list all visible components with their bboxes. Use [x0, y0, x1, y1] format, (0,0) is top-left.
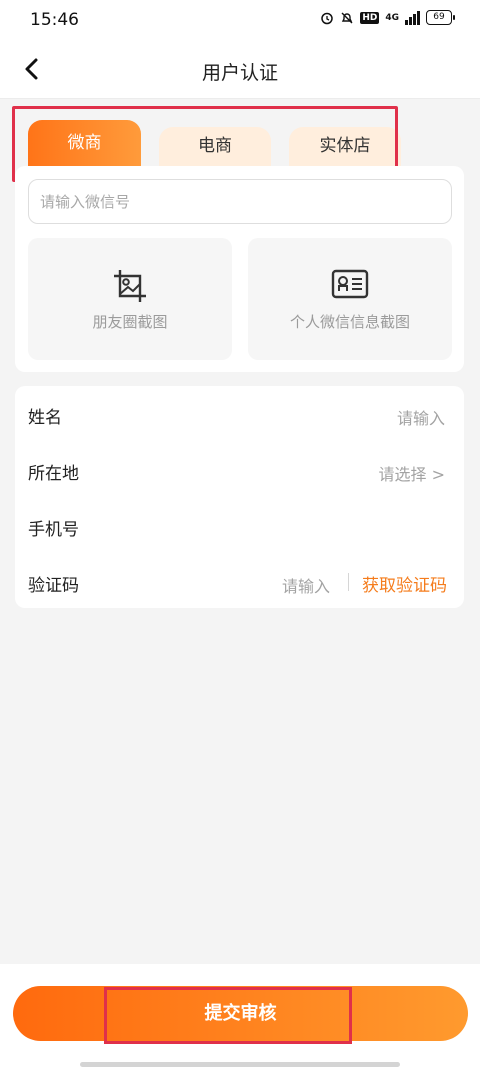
hd-icon: HD [360, 11, 380, 24]
network-type: 4G [385, 12, 399, 23]
code-divider [348, 573, 349, 591]
mute-bell-icon [341, 12, 353, 23]
upload-profile-label: 个人微信信息截图 [289, 313, 410, 331]
image-crop-icon [114, 270, 146, 302]
location-label: 所在地 [28, 464, 79, 484]
submit-highlight-box [104, 987, 352, 1044]
status-icons: HD 4G 69 [320, 10, 455, 25]
alarm-icon [321, 12, 334, 24]
code-input[interactable]: 请输入 [282, 573, 330, 597]
page-title: 用户认证 [201, 62, 278, 84]
signal-icon [405, 10, 420, 25]
upload-moments-label: 朋友圈截图 [92, 313, 168, 331]
phone-label: 手机号 [28, 520, 79, 540]
name-input[interactable]: 请输入 [397, 405, 445, 429]
get-code-button[interactable]: 获取验证码 [362, 571, 447, 596]
status-time: 15:46 [30, 10, 79, 30]
id-card-icon [331, 269, 369, 299]
location-select[interactable]: 请选择 > [379, 461, 446, 485]
battery-icon: 69 [426, 10, 455, 25]
home-indicator [80, 1062, 400, 1067]
nav-bar: 用户认证 [0, 40, 480, 99]
upload-profile-screenshot[interactable]: 个人微信信息截图 [248, 238, 452, 360]
name-label: 姓名 [28, 408, 62, 428]
wechat-id-input[interactable] [28, 179, 452, 224]
upload-moments-screenshot[interactable]: 朋友圈截图 [28, 238, 232, 360]
code-label: 验证码 [28, 576, 79, 596]
